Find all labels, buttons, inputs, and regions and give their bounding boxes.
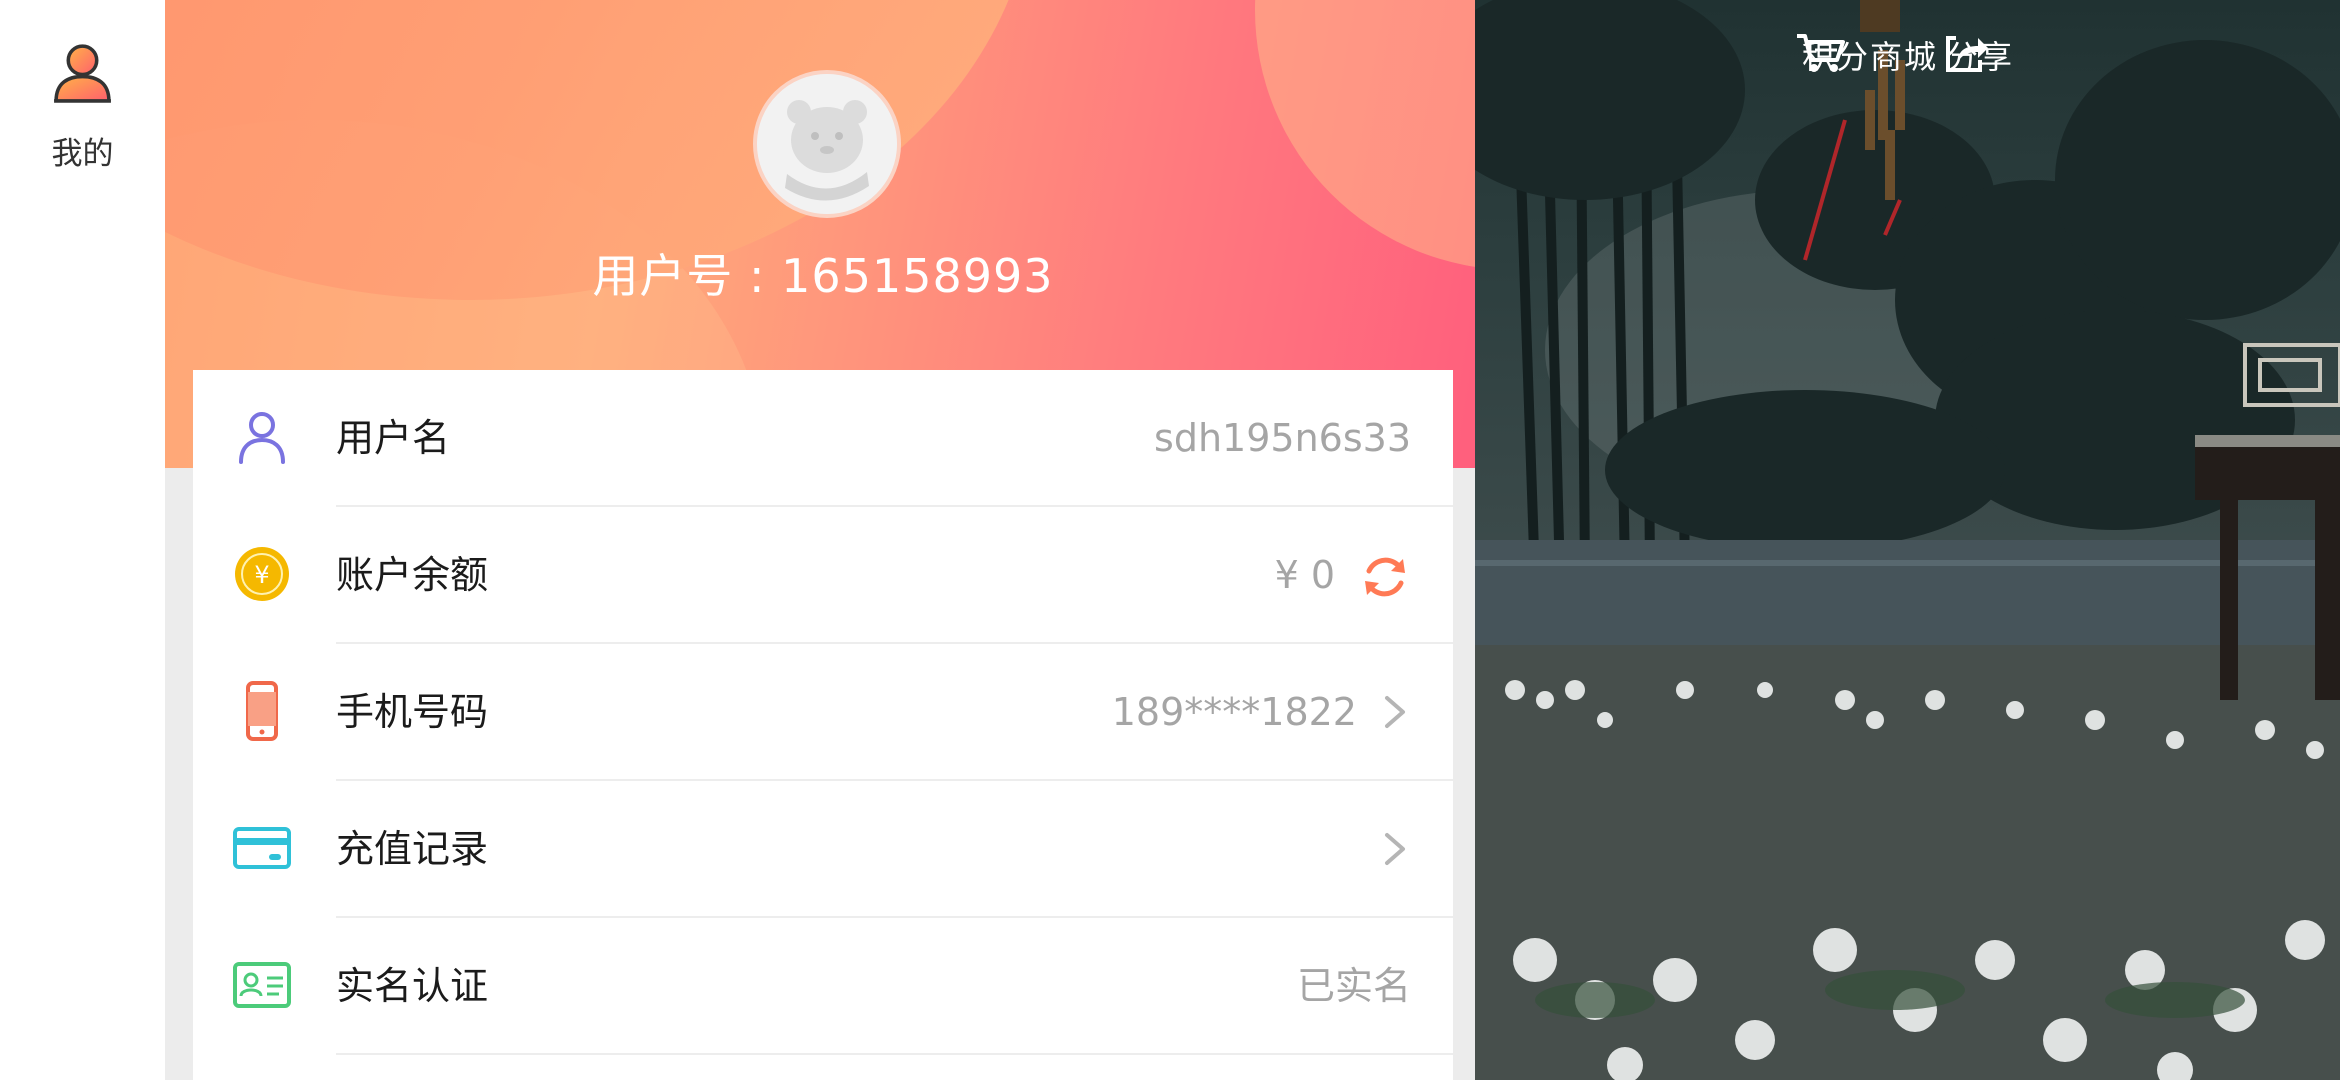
phone-value: 189****1822 (1111, 690, 1357, 734)
tab-mine-label: 我的 (51, 136, 114, 172)
recharge-records-row[interactable]: 充值记录 (193, 781, 1453, 918)
phone-label: 手机号码 (336, 690, 489, 734)
avatar[interactable] (753, 70, 901, 218)
recharge-records-label: 充值记录 (336, 827, 489, 871)
user-icon (239, 412, 285, 464)
real-name-label: 实名认证 (336, 964, 489, 1008)
points-mall-button[interactable]: 积分商城 (1795, 32, 1945, 122)
id-card-icon (233, 962, 291, 1008)
username-row[interactable]: 用户名 sdh195n6s33 (193, 370, 1453, 507)
share-icon (1946, 36, 1988, 72)
username-value: sdh195n6s33 (1154, 416, 1411, 460)
phone-icon (246, 681, 278, 741)
phone-row[interactable]: 手机号码 189****1822 (193, 644, 1453, 781)
account-info-list: 用户名 sdh195n6s33 ¥ 账户余额 ¥ 0 手机号码 189****1… (193, 370, 1453, 1080)
user-profile-icon (54, 44, 111, 103)
default-avatar-icon (757, 74, 897, 214)
game-scene[interactable]: 积分商城 分享 (1475, 0, 2340, 1080)
username-label: 用户名 (336, 416, 451, 460)
real-name-value: 已实名 (1296, 964, 1411, 1008)
chevron-right-icon (1385, 833, 1405, 865)
scene-background (1475, 0, 2340, 1080)
refresh-icon[interactable] (1359, 551, 1411, 603)
shopping-cart-icon (1797, 34, 1845, 72)
balance-label: 账户余额 (336, 553, 489, 597)
coin-icon: ¥ (235, 547, 289, 601)
card-icon (233, 827, 291, 869)
user-id-text: 用户号 : 165158993 (592, 249, 1054, 303)
svg-text:¥: ¥ (254, 561, 269, 589)
chevron-right-icon (1385, 696, 1405, 728)
real-name-row[interactable]: 实名认证 已实名 (193, 918, 1453, 1055)
account-panel: 用户号 : 165158993 用户名 sdh195n6s33 ¥ 账户余额 ¥… (165, 0, 1475, 1080)
balance-row[interactable]: ¥ 账户余额 ¥ 0 (193, 507, 1453, 644)
tab-mine[interactable]: 我的 (0, 30, 165, 180)
side-rail: 我的 (0, 0, 165, 1080)
balance-value: ¥ 0 (1274, 553, 1335, 597)
share-button[interactable]: 分享 (1940, 32, 2020, 122)
